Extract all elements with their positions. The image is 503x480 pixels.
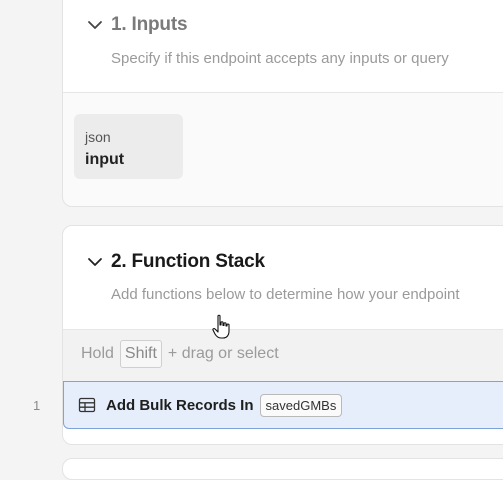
chevron-down-icon — [88, 21, 102, 29]
variable-badge[interactable]: savedGMBs — [259, 393, 343, 417]
inputs-section: 1. Inputs Specify if this endpoint accep… — [62, 0, 503, 207]
table-icon — [78, 397, 96, 413]
function-step-label: Add Bulk Records In — [106, 396, 254, 414]
function-stack-subtitle: Add functions below to determine how you… — [111, 286, 460, 303]
step-line-number: 1 — [33, 398, 41, 413]
input-name-label: input — [85, 151, 125, 168]
shift-key-badge: Shift — [119, 340, 162, 368]
drag-hint-bar: Hold Shift + drag or select — [63, 329, 503, 382]
hint-prefix: Hold — [81, 345, 114, 362]
hand-cursor-icon — [212, 314, 230, 339]
hint-suffix: + drag or select — [167, 345, 279, 362]
chevron-down-icon — [88, 258, 102, 266]
next-section-edge — [62, 458, 503, 480]
function-step-row[interactable]: Add Bulk Records In savedGMBs — [63, 381, 503, 429]
inputs-section-title: 1. Inputs — [111, 14, 188, 35]
input-type-label: json — [85, 129, 111, 145]
function-stack-section: 2. Function Stack Add functions below to… — [62, 225, 503, 445]
drag-hint: Hold Shift + drag or select — [81, 340, 279, 368]
inputs-section-subtitle: Specify if this endpoint accepts any inp… — [111, 50, 449, 67]
function-stack-title: 2. Function Stack — [111, 251, 265, 272]
function-stack-toggle[interactable]: 2. Function Stack — [87, 251, 265, 273]
inputs-toggle[interactable]: 1. Inputs — [87, 14, 188, 36]
inputs-section-header: 1. Inputs Specify if this endpoint accep… — [63, 0, 503, 93]
input-chip[interactable]: json input — [74, 114, 183, 179]
